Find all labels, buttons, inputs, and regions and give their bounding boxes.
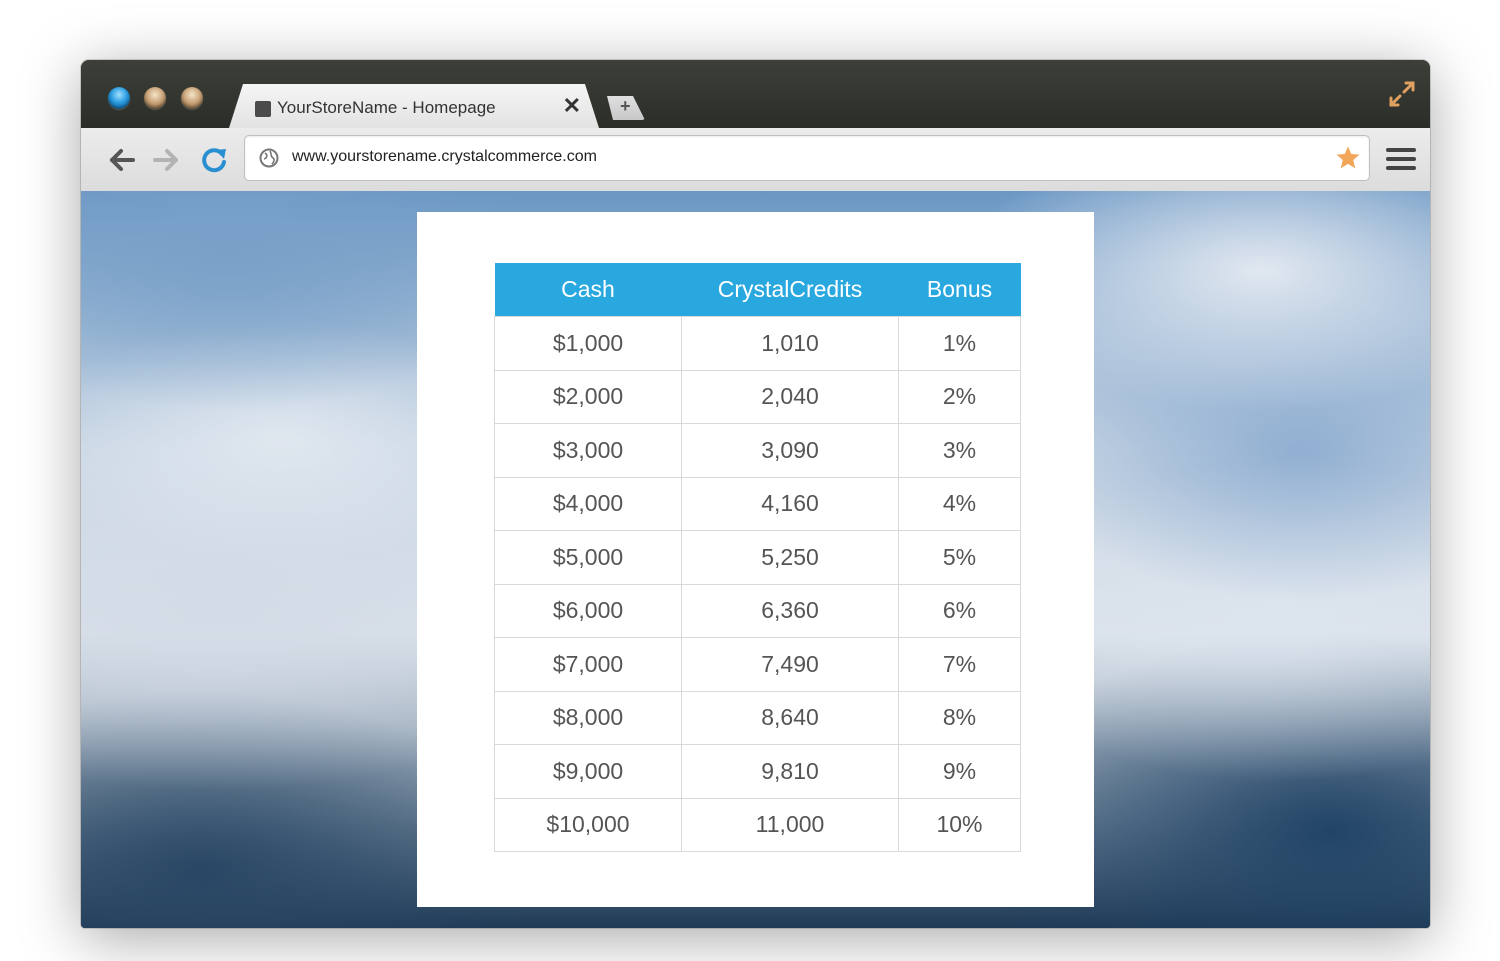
credits-cell: 9,810 bbox=[681, 744, 899, 799]
credits-cell: 8,640 bbox=[681, 690, 899, 745]
column-header: Bonus bbox=[898, 263, 1021, 317]
tab-close-button[interactable]: ✕ bbox=[563, 93, 581, 119]
active-tab[interactable]: YourStoreName - Homepage ✕ bbox=[229, 84, 599, 128]
table-row: $9,000 9,810 9% bbox=[494, 744, 1021, 799]
credits-cell: 6,360 bbox=[681, 583, 899, 638]
table-row: $7,000 7,490 7% bbox=[494, 637, 1021, 692]
credits-cell: 4,160 bbox=[681, 476, 899, 531]
new-tab-button[interactable]: + bbox=[601, 96, 645, 120]
maximize-window-button[interactable] bbox=[181, 87, 203, 109]
address-bar[interactable]: www.yourstorename.crystalcommerce.com bbox=[244, 135, 1370, 181]
credits-cell: 7,490 bbox=[681, 637, 899, 692]
page-viewport: Cash CrystalCredits Bonus $1,000 1,010 1… bbox=[81, 191, 1430, 928]
table-row: $3,000 3,090 3% bbox=[494, 423, 1021, 478]
cash-cell: $3,000 bbox=[494, 423, 682, 478]
credits-cell: 1,010 bbox=[681, 316, 899, 371]
column-header: Cash bbox=[494, 263, 682, 317]
bonus-cell: 5% bbox=[898, 530, 1021, 585]
table-row: $10,000 11,000 10% bbox=[494, 797, 1021, 852]
table-row: $1,000 1,010 1% bbox=[494, 316, 1021, 371]
cash-cell: $9,000 bbox=[494, 744, 682, 799]
bonus-cell: 2% bbox=[898, 369, 1021, 424]
cash-cell: $2,000 bbox=[494, 369, 682, 424]
credits-cell: 2,040 bbox=[681, 369, 899, 424]
credits-cell: 5,250 bbox=[681, 530, 899, 585]
forward-arrow-icon[interactable] bbox=[151, 145, 181, 175]
url-text: www.yourstorename.crystalcommerce.com bbox=[292, 148, 597, 165]
table-header-row: Cash CrystalCredits Bonus bbox=[494, 263, 1021, 317]
plus-icon: + bbox=[620, 96, 631, 116]
globe-icon bbox=[259, 148, 279, 168]
close-window-button[interactable] bbox=[108, 87, 130, 109]
minimize-window-button[interactable] bbox=[144, 87, 166, 109]
bonus-cell: 9% bbox=[898, 744, 1021, 799]
table-row: $6,000 6,360 6% bbox=[494, 583, 1021, 638]
browser-toolbar: www.yourstorename.crystalcommerce.com bbox=[81, 128, 1430, 192]
column-header: CrystalCredits bbox=[681, 263, 899, 317]
cash-cell: $1,000 bbox=[494, 316, 682, 371]
credits-cell: 3,090 bbox=[681, 423, 899, 478]
reload-icon[interactable] bbox=[199, 145, 229, 175]
tab-title: YourStoreName - Homepage bbox=[277, 98, 496, 117]
table-row: $8,000 8,640 8% bbox=[494, 690, 1021, 745]
table-row: $2,000 2,040 2% bbox=[494, 369, 1021, 424]
table-row: $4,000 4,160 4% bbox=[494, 476, 1021, 531]
bonus-cell: 8% bbox=[898, 690, 1021, 745]
title-bar: YourStoreName - Homepage ✕ + bbox=[81, 60, 1430, 128]
bookmark-star-icon[interactable] bbox=[1335, 145, 1361, 171]
browser-window: YourStoreName - Homepage ✕ + www.yoursto… bbox=[81, 60, 1430, 928]
bonus-cell: 4% bbox=[898, 476, 1021, 531]
cash-cell: $4,000 bbox=[494, 476, 682, 531]
cash-cell: $5,000 bbox=[494, 530, 682, 585]
cash-cell: $7,000 bbox=[494, 637, 682, 692]
table-row: $5,000 5,250 5% bbox=[494, 530, 1021, 585]
cash-cell: $8,000 bbox=[494, 690, 682, 745]
bonus-cell: 7% bbox=[898, 637, 1021, 692]
bonus-cell: 10% bbox=[898, 797, 1021, 852]
favicon-icon bbox=[255, 101, 271, 117]
cash-cell: $6,000 bbox=[494, 583, 682, 638]
menu-icon[interactable] bbox=[1386, 148, 1416, 172]
back-arrow-icon[interactable] bbox=[107, 145, 137, 175]
bonus-cell: 3% bbox=[898, 423, 1021, 478]
credits-cell: 11,000 bbox=[681, 797, 899, 852]
credits-table: Cash CrystalCredits Bonus $1,000 1,010 1… bbox=[494, 263, 1021, 852]
bonus-cell: 6% bbox=[898, 583, 1021, 638]
fullscreen-icon[interactable] bbox=[1388, 80, 1416, 108]
cash-cell: $10,000 bbox=[494, 797, 682, 852]
bonus-cell: 1% bbox=[898, 316, 1021, 371]
content-panel: Cash CrystalCredits Bonus $1,000 1,010 1… bbox=[417, 212, 1094, 907]
